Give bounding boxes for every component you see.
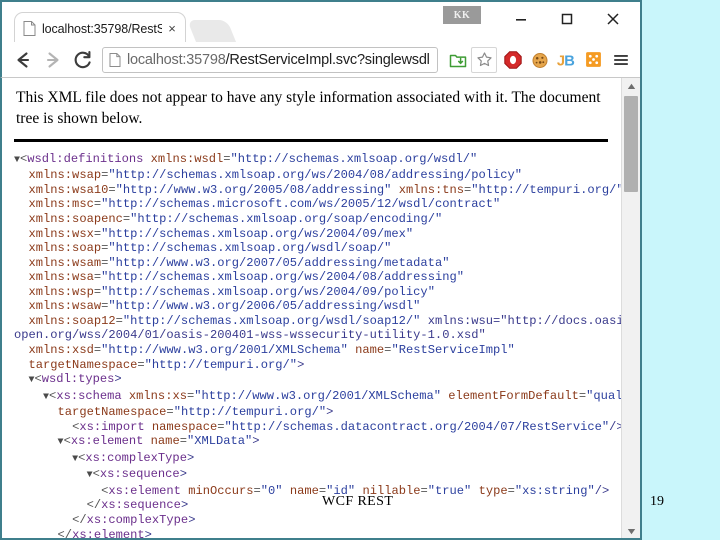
close-button[interactable] [590,3,636,35]
scroll-thumb[interactable] [624,96,638,192]
xml-line: ▼<wsdl:types> [28,372,122,387]
new-tab-button[interactable] [187,20,237,44]
xml-line: xmlns:wsaw="http://www.w3.org/2006/05/ad… [28,299,421,314]
chrome-menu-icon[interactable] [607,46,634,74]
save-to-drive-icon[interactable] [444,46,471,74]
xml-line: xmlns:wsp="http://schemas.xmlsoap.org/ws… [28,284,435,299]
scroll-down-button[interactable] [622,523,640,538]
xml-line: ▼<xs:complexType> [72,450,195,465]
content-viewport: This XML file does not appear to have an… [0,78,640,540]
minimize-icon [516,19,526,21]
close-icon[interactable]: × [165,22,179,36]
xml-line: targetNamespace="http://tempuri.org/"> [28,357,305,372]
browser-window: localhost:35798/RestServi × KK [0,0,642,540]
address-bar-text: localhost:35798/RestServiceImpl.svc?sing… [127,52,431,68]
svg-text:B: B [564,53,575,69]
back-button[interactable] [8,45,38,75]
arrow-left-icon [17,51,30,68]
xml-line: xmlns:soapenc="http://schemas.xmlsoap.or… [28,212,443,227]
xml-line: ▼<xs:element name="XMLData"> [57,434,260,449]
xml-line: xmlns:wsx="http://schemas.xmlsoap.org/ws… [28,226,414,241]
adblock-icon[interactable] [499,46,526,74]
xml-line: </xs:element> [57,527,152,540]
address-bar[interactable]: localhost:35798/RestServiceImpl.svc?sing… [102,46,438,73]
page-info-icon [109,52,121,67]
page-icon [23,21,36,36]
slide-canvas: localhost:35798/RestServi × KK [0,0,720,540]
xml-line: xmlns:wsa10="http://www.w3.org/2005/08/a… [28,182,622,197]
xml-line: </xs:sequence> [86,498,189,513]
xml-document: This XML file does not appear to have an… [2,78,622,540]
xml-line: ▼<wsdl:definitions xmlns:wsdl="http://sc… [14,151,478,166]
xml-style-notice: This XML file does not appear to have an… [16,89,601,127]
scroll-up-button[interactable] [622,78,640,95]
maximize-icon [561,13,573,25]
cookie-icon[interactable] [526,46,553,74]
navigation-toolbar: localhost:35798/RestServiceImpl.svc?sing… [0,42,640,78]
window-controls [498,2,636,36]
reload-button[interactable] [68,45,98,75]
slide-page-number: 19 [650,494,664,509]
reload-icon [74,50,91,68]
address-path: /RestServiceImpl.svc?singlewsdl [225,51,430,68]
tab-strip: localhost:35798/RestServi × KK [0,0,640,44]
minimize-button[interactable] [498,3,544,35]
notice-divider [14,138,608,142]
xml-line: <xs:element minOccurs="0" name="id" nill… [101,483,610,498]
maximize-button[interactable] [544,3,590,35]
slide-caption: WCF REST [322,494,394,509]
xml-line: xmlns:wsam="http://www.w3.org/2007/05/ad… [28,255,450,270]
xml-line: xmlns:wsap="http://schemas.xmlsoap.org/w… [28,168,523,183]
xml-line: xmlns:msc="http://schemas.microsoft.com/… [28,197,501,212]
xml-line: open.org/wss/2004/01/oasis-200401-wss-ws… [14,328,486,343]
extension-toolbar: J B [444,46,634,74]
xml-line: <xs:import namespace="http://schemas.dat… [72,419,622,434]
user-avatar-badge[interactable]: KK [443,6,481,24]
xml-line: xmlns:soap12="http://schemas.xmlsoap.org… [28,313,622,328]
arrow-right-icon [46,51,59,68]
jetbrains-icon[interactable]: J B [553,46,580,74]
forward-button[interactable] [38,45,68,75]
xml-line: </xs:complexType> [72,512,196,527]
xml-tree: ▼<wsdl:definitions xmlns:wsdl="http://sc… [14,151,622,540]
tab-title: localhost:35798/RestServi [42,21,162,36]
caret-down-icon [627,529,635,535]
browser-tab[interactable]: localhost:35798/RestServi × [14,12,186,44]
xml-line: ▼<xs:schema xmlns:xs="http://www.w3.org/… [43,388,622,403]
xml-line: xmlns:wsa="http://schemas.xmlsoap.org/ws… [28,270,464,285]
xml-line: targetNamespace="http://tempuri.org/"> [57,405,334,420]
vertical-scrollbar[interactable] [621,78,640,538]
xml-line: xmlns:soap="http://schemas.xmlsoap.org/w… [28,241,392,256]
puzzle-orange-icon[interactable] [580,46,607,74]
address-host: localhost:35798 [127,51,226,68]
caret-up-icon [627,83,635,89]
close-icon [607,13,619,25]
bookmark-star-icon[interactable] [471,46,497,73]
xml-line: xmlns:xsd="http://www.w3.org/2001/XMLSch… [28,342,515,357]
xml-line: ▼<xs:sequence> [86,467,187,482]
